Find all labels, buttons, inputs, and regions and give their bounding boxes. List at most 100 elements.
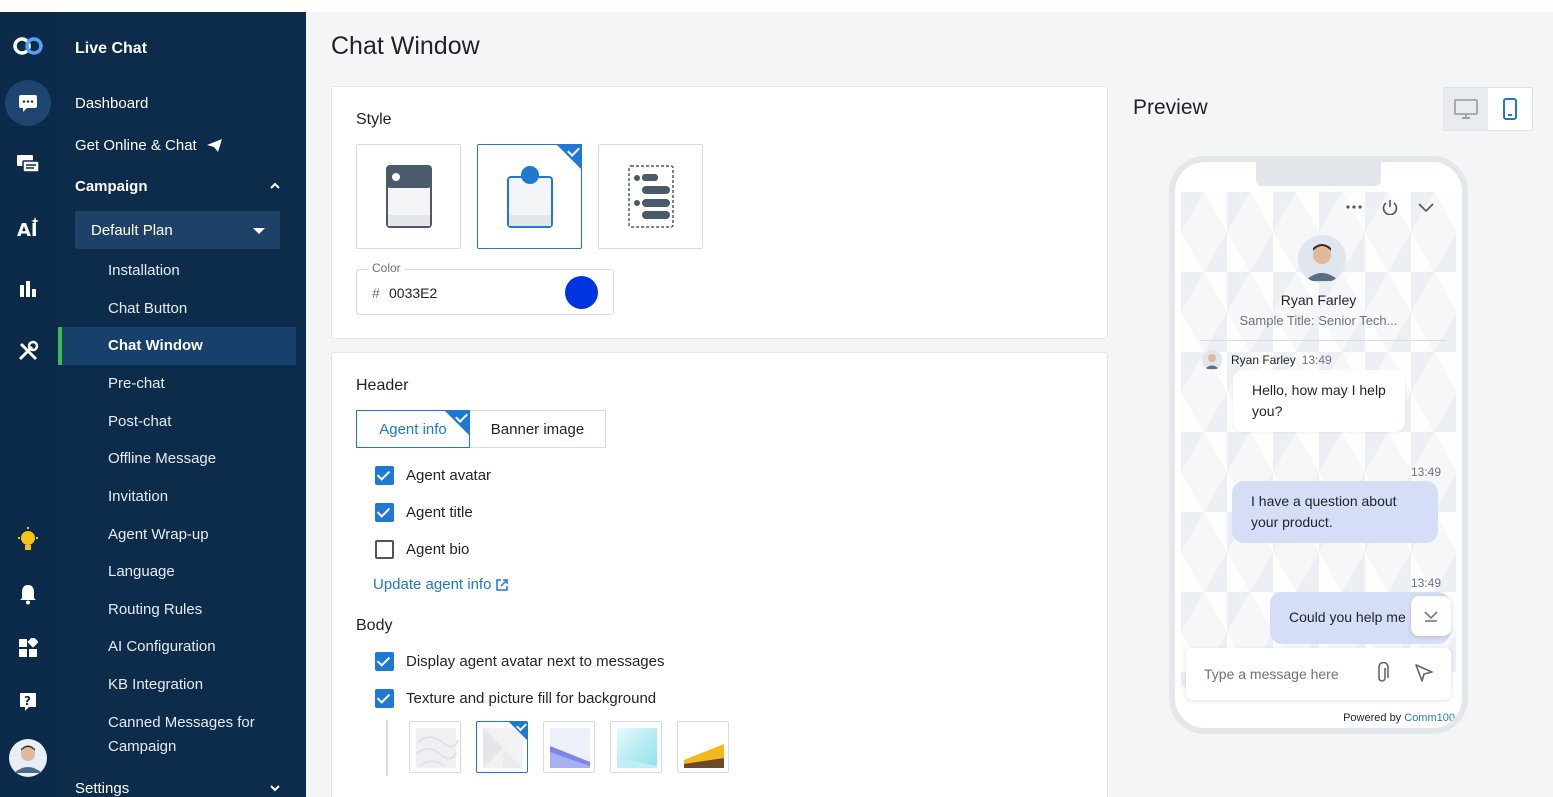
scroll-down-button[interactable]: [1411, 596, 1451, 636]
nav-sub-canned-messages[interactable]: Canned Messages for Campaign: [108, 714, 255, 755]
nav-sub-agent-wrap-up[interactable]: Agent Wrap-up: [108, 526, 209, 543]
nav-sub-installation[interactable]: Installation: [108, 262, 180, 279]
bar-chart-icon[interactable]: [8, 269, 48, 309]
apps-icon[interactable]: [8, 628, 48, 668]
phone-preview: Ryan Farley Sample Title: Senior Tech...…: [1169, 156, 1468, 734]
lightbulb-icon[interactable]: [8, 520, 48, 560]
checkbox-checked-icon[interactable]: [375, 652, 394, 671]
ai-icon[interactable]: AI: [8, 207, 48, 247]
chevron-down-icon: [270, 785, 280, 792]
body-label: Body: [356, 617, 393, 634]
message-input-placeholder: Type a message here: [1204, 666, 1339, 682]
texture-option-gold[interactable]: [677, 721, 729, 773]
top-strip: [0, 0, 1553, 12]
brand-link[interactable]: Comm100: [1404, 712, 1455, 724]
selected-check-icon: [556, 144, 582, 170]
chat-bubble-icon[interactable]: [5, 80, 51, 126]
agent-title: Sample Title: Senior Tech...: [1239, 313, 1398, 328]
nav-item-label: Get Online & Chat: [75, 137, 197, 154]
nav-sub-canned-line1: Canned Messages for: [108, 714, 255, 731]
checkbox-texture-fill[interactable]: Texture and picture fill for background: [375, 689, 656, 708]
checkbox-label: Agent bio: [406, 541, 470, 558]
tab-label: Agent info: [379, 420, 447, 438]
preview-title: Preview: [1133, 96, 1208, 119]
mobile-view-button[interactable]: [1488, 88, 1532, 130]
style-option-bubble[interactable]: [477, 144, 582, 249]
nav-sub-offline-message[interactable]: Offline Message: [108, 450, 216, 467]
power-icon[interactable]: [1381, 199, 1399, 215]
user-avatar[interactable]: [8, 738, 48, 778]
external-link-icon: [496, 578, 509, 591]
update-agent-info-link[interactable]: Update agent info: [373, 576, 509, 593]
tab-banner-image[interactable]: Banner image: [470, 410, 606, 448]
message-avatar: [1202, 350, 1222, 370]
checkbox-label: Texture and picture fill for background: [406, 690, 657, 707]
device-toggle: [1443, 87, 1533, 131]
phone-notch: [1256, 162, 1381, 186]
message-input[interactable]: Type a message here: [1186, 648, 1451, 700]
checkbox-agent-title[interactable]: Agent title: [375, 503, 473, 522]
nav-item-settings[interactable]: Settings: [75, 780, 280, 797]
checkbox-checked-icon[interactable]: [375, 503, 394, 522]
nav-item-dashboard[interactable]: Dashboard: [75, 95, 148, 112]
nav-sub-chat-window[interactable]: Chat Window: [108, 337, 203, 354]
nav-sub-ai-configuration[interactable]: AI Configuration: [108, 638, 216, 655]
header-tabs: Agent info Banner image: [356, 410, 606, 448]
texture-option-cyan[interactable]: [610, 721, 662, 773]
style-label: Style: [356, 111, 392, 128]
more-icon[interactable]: [1345, 199, 1363, 215]
comm100-logo-icon[interactable]: [8, 26, 48, 66]
tab-agent-info[interactable]: Agent info: [356, 410, 470, 448]
nav-panel: Live Chat Dashboard Get Online & Chat Ca…: [58, 12, 306, 797]
desktop-view-button[interactable]: [1444, 88, 1488, 130]
nav-sub-language[interactable]: Language: [108, 563, 175, 580]
checkbox-agent-avatar[interactable]: Agent avatar: [375, 466, 491, 485]
nav-item-get-online[interactable]: Get Online & Chat: [75, 137, 222, 154]
style-option-classic[interactable]: [356, 144, 461, 249]
plan-select-value: Default Plan: [91, 221, 173, 239]
checkbox-agent-bio[interactable]: Agent bio: [375, 540, 469, 559]
visitor-message-bubble-1: I have a question about your product.: [1232, 481, 1438, 543]
chevron-up-icon: [270, 182, 280, 189]
color-hash: #: [372, 285, 380, 301]
classic-style-icon: [386, 165, 432, 228]
texture-option-pattern[interactable]: [409, 721, 461, 773]
color-value[interactable]: 0033E2: [389, 285, 437, 301]
messages-icon[interactable]: [8, 144, 48, 184]
message-author: Ryan Farley: [1231, 353, 1296, 367]
nav-title: Live Chat: [75, 40, 148, 57]
plan-select[interactable]: Default Plan: [75, 211, 280, 249]
bubble-style-icon: [507, 166, 553, 228]
checkbox-checked-icon[interactable]: [375, 466, 394, 485]
attachment-icon[interactable]: [1375, 662, 1389, 684]
nav-sub-post-chat[interactable]: Post-chat: [108, 413, 171, 430]
texture-purple-thumb: [550, 728, 590, 768]
monitor-icon: [1454, 99, 1478, 119]
color-swatch[interactable]: [565, 276, 598, 309]
nav-sub-chat-button[interactable]: Chat Button: [108, 300, 187, 317]
header-label: Header: [356, 377, 409, 394]
bell-icon[interactable]: [8, 574, 48, 614]
nav-sub-invitation[interactable]: Invitation: [108, 488, 168, 505]
nav-item-campaign[interactable]: Campaign: [75, 178, 280, 195]
tools-icon[interactable]: [8, 331, 48, 371]
sidebar-style-icon: [628, 165, 674, 228]
texture-option-triangles[interactable]: [476, 721, 528, 773]
help-icon[interactable]: ?: [8, 682, 48, 722]
nav-sub-routing-rules[interactable]: Routing Rules: [108, 601, 202, 618]
chevron-down-icon[interactable]: [1417, 199, 1435, 215]
style-option-sidebar[interactable]: [598, 144, 703, 249]
texture-cyan-thumb: [617, 728, 657, 768]
phone-icon: [1503, 98, 1517, 120]
color-field[interactable]: Color # 0033E2: [356, 261, 614, 315]
nav-item-label: Campaign: [75, 178, 148, 195]
agent-name: Ryan Farley: [1280, 292, 1357, 308]
texture-option-purple[interactable]: [543, 721, 595, 773]
checkbox-unchecked-icon[interactable]: [375, 540, 394, 559]
nav-sub-pre-chat[interactable]: Pre-chat: [108, 375, 165, 392]
checkbox-checked-icon[interactable]: [375, 689, 394, 708]
send-message-icon[interactable]: [1414, 663, 1434, 683]
message-header: Ryan Farley 13:49: [1202, 350, 1332, 370]
nav-sub-kb-integration[interactable]: KB Integration: [108, 676, 203, 693]
checkbox-display-agent-avatar[interactable]: Display agent avatar next to messages: [375, 652, 664, 671]
